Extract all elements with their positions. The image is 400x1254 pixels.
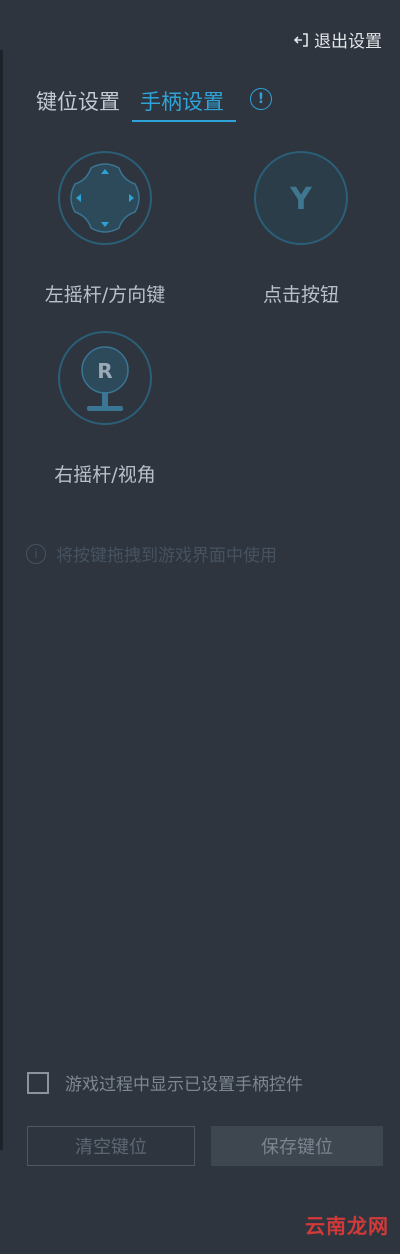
exit-settings-button[interactable]: 退出设置 — [292, 27, 382, 52]
hint-text: 将按键拖拽到游戏界面中使用 — [56, 546, 277, 566]
joystick-icon: R — [58, 331, 152, 425]
info-icon[interactable]: ! — [250, 88, 272, 110]
tab-gamepad-settings[interactable]: 手柄设置 — [132, 86, 236, 122]
y-button-icon: Y — [254, 151, 348, 245]
joystick-glyph: R — [97, 359, 112, 383]
dpad-label: 左摇杆/方向键 — [44, 284, 166, 306]
site-watermark: 云南龙网 — [305, 1214, 389, 1238]
drag-hint: i 将按键拖拽到游戏界面中使用 — [26, 541, 277, 566]
show-controls-option[interactable]: 游戏过程中显示已设置手柄控件 — [27, 1070, 303, 1095]
right-stick-label: 右摇杆/视角 — [54, 464, 156, 486]
show-controls-label: 游戏过程中显示已设置手柄控件 — [65, 1075, 303, 1095]
tap-button-label: 点击按钮 — [262, 284, 339, 306]
exit-settings-label: 退出设置 — [314, 32, 382, 52]
save-keys-button[interactable]: 保存键位 — [211, 1126, 383, 1166]
gamepad-settings-panel: 退出设置 键位设置 手柄设置 ! 左摇杆/方向键 Y 点击按钮 R 右摇杆/视角… — [0, 0, 400, 1254]
y-button-glyph: Y — [289, 182, 313, 217]
tab-key-settings[interactable]: 键位设置 — [36, 86, 130, 120]
dpad-icon — [58, 151, 152, 245]
panel-edge — [0, 50, 3, 1150]
tap-button-control[interactable]: Y 点击按钮 — [234, 150, 368, 307]
exit-icon — [293, 32, 308, 47]
show-controls-checkbox[interactable] — [27, 1071, 49, 1094]
settings-tabs: 键位设置 手柄设置 ! — [36, 86, 272, 122]
clear-keys-button[interactable]: 清空键位 — [27, 1126, 195, 1166]
dpad-control[interactable]: 左摇杆/方向键 — [35, 150, 175, 307]
hint-info-icon: i — [26, 543, 46, 564]
right-stick-control[interactable]: R 右摇杆/视角 — [38, 330, 172, 487]
